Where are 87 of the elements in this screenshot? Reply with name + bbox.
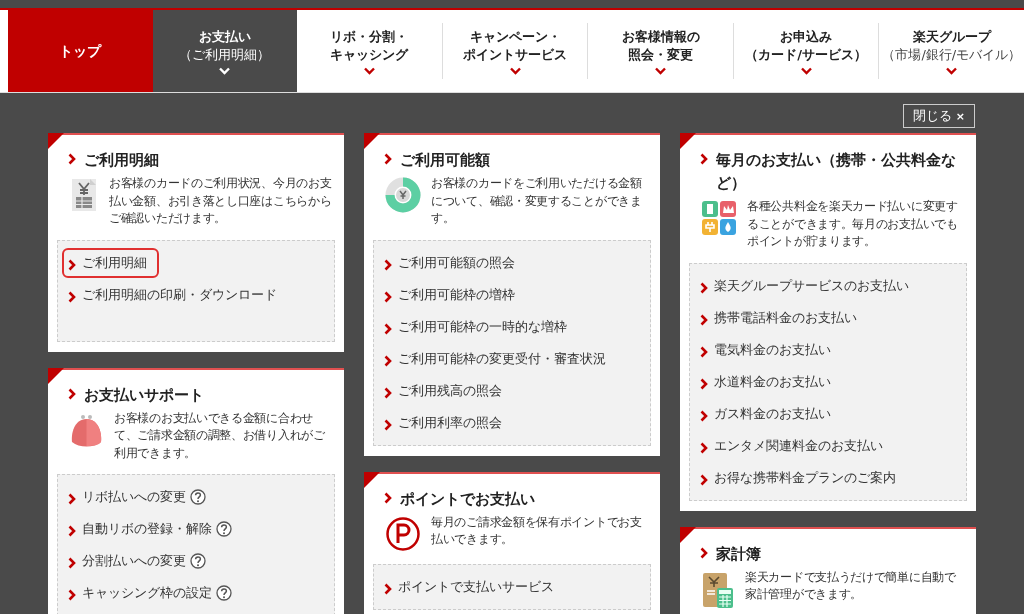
chevron-icon xyxy=(384,386,392,399)
card-title[interactable]: 家計簿 xyxy=(716,542,761,566)
menu-link[interactable]: キャッシング枠の設定 xyxy=(68,582,212,604)
corner-mark xyxy=(364,133,380,149)
help-icon[interactable] xyxy=(216,521,232,537)
menu-link[interactable]: 水道料金のお支払い xyxy=(700,370,831,393)
nav-tab[interactable]: 楽天グループ （市場/銀行/モバイル） xyxy=(878,23,1024,79)
help-icon[interactable] xyxy=(190,553,206,569)
chevron-icon xyxy=(700,377,708,390)
chevron-icon xyxy=(384,354,392,367)
menu-link[interactable]: ご利用明細の印刷・ダウンロード xyxy=(68,283,277,306)
nav-tab[interactable]: お支払い （ご利用明細） xyxy=(152,10,298,92)
chevron-icon xyxy=(384,418,392,431)
points-icon xyxy=(385,515,421,552)
chevron-down-icon xyxy=(219,66,231,75)
menu-link[interactable]: 電気料金のお支払い xyxy=(700,338,831,361)
chevron-icon xyxy=(68,557,76,569)
chevron-icon xyxy=(68,258,76,271)
document-icon xyxy=(69,177,99,213)
menu-link[interactable]: ご利用可能枠の増枠 xyxy=(384,283,515,306)
close-button[interactable]: 閉じる × xyxy=(902,104,975,128)
menu-link[interactable]: 楽天グループサービスのお支払い xyxy=(700,274,909,297)
ledger-calculator-icon xyxy=(701,570,735,609)
utility-tiles-icon xyxy=(701,200,737,236)
chevron-icon xyxy=(384,153,392,165)
menu-link[interactable]: 自動リボの登録・解除 xyxy=(68,518,212,540)
chevron-icon xyxy=(700,409,708,422)
menu-link[interactable]: リボ払いへの変更 xyxy=(68,486,186,508)
corner-mark xyxy=(48,133,64,149)
card-description: お客様のカードのご利用状況、今月のお支払い金額、お引き落とし口座はこちらからご確認いただけます。 xyxy=(109,175,333,227)
chevron-icon xyxy=(700,473,708,486)
chevron-down-icon xyxy=(655,66,667,75)
menu-link[interactable]: ご利用残高の照会 xyxy=(384,379,502,402)
chevron-icon xyxy=(700,313,708,326)
card-description: 毎月のご請求金額を保有ポイントでお支払いできます。 xyxy=(431,513,643,548)
chevron-icon xyxy=(700,281,708,294)
chevron-icon xyxy=(700,441,708,454)
menu-link[interactable]: ご利用利率の照会 xyxy=(384,411,502,434)
card-description: 各種公共料金を楽天カード払いに変更することができます。毎月のお支払いでもポイントが貯まります。 xyxy=(747,198,959,250)
menu-link[interactable]: 携帯電話料金のお支払い xyxy=(700,306,857,329)
chevron-icon xyxy=(384,290,392,303)
chevron-down-icon xyxy=(800,66,812,75)
corner-mark xyxy=(364,471,380,488)
chevron-icon xyxy=(384,258,392,271)
help-icon[interactable] xyxy=(190,489,206,505)
menu-link[interactable]: ポイントで支払いサービス xyxy=(384,575,554,598)
menu-link[interactable]: 分割払いへの変更 xyxy=(68,550,186,572)
chevron-icon xyxy=(700,153,708,165)
chevron-down-icon xyxy=(946,66,958,75)
chevron-icon xyxy=(384,491,392,504)
card-title[interactable]: 毎月のお支払い（携帯・公共料金など） xyxy=(716,149,967,195)
card-description: お客様のカードをご利用いただける金額について、確認・変更することができます。 xyxy=(431,175,643,227)
card-title[interactable]: ご利用明細 xyxy=(84,149,159,172)
corner-mark xyxy=(680,133,696,149)
nav-tab[interactable]: トップ xyxy=(8,10,153,92)
chevron-icon xyxy=(384,582,392,595)
menu-link[interactable]: ご利用可能額の照会 xyxy=(384,251,515,274)
chevron-icon xyxy=(68,387,76,400)
nav-tab[interactable]: リボ・分割・ キャッシング xyxy=(297,23,442,79)
chevron-icon xyxy=(384,322,392,335)
menu-link[interactable]: ご利用可能枠の一時的な増枠 xyxy=(384,315,567,338)
chevron-icon xyxy=(68,493,76,505)
card-title[interactable]: ご利用可能額 xyxy=(400,149,490,172)
chevron-down-icon xyxy=(363,66,375,75)
menu-link[interactable]: ご利用明細 xyxy=(62,247,159,278)
corner-mark xyxy=(680,526,696,543)
menu-link[interactable]: エンタメ関連料金のお支払い xyxy=(700,434,883,457)
chevron-icon xyxy=(700,546,708,559)
nav-tab[interactable]: お客様情報の 照会・変更 xyxy=(587,23,733,79)
menu-link[interactable]: お得な携帯料金プランのご案内 xyxy=(700,466,896,489)
card-title[interactable]: お支払いサポート xyxy=(84,383,204,407)
nav-tab[interactable]: お申込み （カード/サービス） xyxy=(732,23,879,79)
chevron-down-icon xyxy=(509,66,521,75)
menu-link[interactable]: ガス料金のお支払い xyxy=(700,402,831,425)
chevron-icon xyxy=(68,525,76,537)
gauge-icon xyxy=(385,177,421,213)
chevron-icon xyxy=(68,589,76,601)
corner-mark xyxy=(48,367,64,384)
chevron-icon xyxy=(68,290,76,303)
nav-tab[interactable]: キャンペーン・ ポイントサービス xyxy=(441,23,588,79)
card-description: お客様のお支払いできる金額に合わせて、ご請求金額の調整、お借り入れがご利用できます。 xyxy=(114,409,326,462)
card-description: 楽天カードで支払うだけで簡単に自動で家計管理ができます。 xyxy=(745,568,957,603)
card-title[interactable]: ポイントでお支払い xyxy=(400,487,535,511)
menu-link[interactable]: ご利用可能枠の変更受付・審査状況 xyxy=(384,347,606,370)
help-icon[interactable] xyxy=(216,585,232,601)
chevron-icon xyxy=(700,345,708,358)
chevron-icon xyxy=(68,153,76,165)
